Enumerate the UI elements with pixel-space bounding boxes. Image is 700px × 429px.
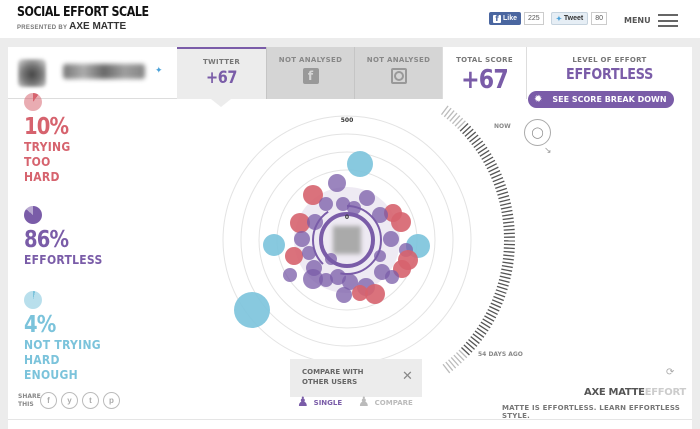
timeline-tick <box>502 257 514 261</box>
tweet-bubble-purple[interactable] <box>307 214 323 230</box>
timeline-tick <box>503 228 515 231</box>
footer-tagline[interactable]: MATTE IS EFFORTLESS. LEARN EFFORTLESS ST… <box>502 404 692 420</box>
tweet-bubble-purple[interactable] <box>336 287 352 303</box>
compass-icon: ◯ <box>531 127 544 139</box>
timeline-navigator[interactable]: ◯ <box>524 119 551 146</box>
timeline-tick <box>501 265 513 269</box>
timeline-tick <box>503 247 515 250</box>
divider <box>8 419 692 420</box>
tweet-bubble-purple[interactable] <box>372 207 388 223</box>
timeline-tick <box>494 292 506 298</box>
timeline-tick <box>503 250 515 253</box>
arrow-icon: ↘ <box>544 145 552 155</box>
facebook-like-count: 225 <box>524 12 544 25</box>
timeline-tick <box>493 180 505 186</box>
brand-logo: AXE MATTE <box>69 21 127 32</box>
share-bar: SHARE THIS f y t p <box>18 392 120 409</box>
share-tumblr-icon[interactable]: t <box>82 392 99 409</box>
timeline-tick <box>498 195 510 200</box>
timeline-end-label: 54 DAYS AGO <box>478 351 523 358</box>
timeline-tick <box>500 202 512 207</box>
menu-button[interactable]: MENU <box>624 14 678 27</box>
results-card: ✦ TWITTER +67 NOT ANALYSED f NOT ANALYSE… <box>8 47 692 429</box>
center-avatar-blurred <box>333 226 361 254</box>
tweet-count: 80 <box>591 12 607 25</box>
timeline-tick <box>499 275 511 280</box>
tweet-bubble-purple[interactable] <box>283 268 297 282</box>
share-facebook-icon[interactable]: f <box>40 392 57 409</box>
timeline-tick <box>503 254 515 257</box>
timeline-tick <box>496 187 508 193</box>
compare-mode-button[interactable]: ♟ COMPARE <box>358 395 413 410</box>
timeline-now-label: NOW <box>494 123 511 130</box>
timeline-tick <box>493 295 504 302</box>
timeline-tick <box>489 170 501 176</box>
timeline-tick <box>495 184 506 189</box>
tweet-bubble-red[interactable] <box>285 247 303 265</box>
tweet-bubble-purple[interactable] <box>383 231 399 247</box>
tweet-bubble-red[interactable] <box>290 213 310 233</box>
timeline-tick <box>496 285 508 291</box>
timeline-tick <box>495 289 507 294</box>
compare-prompt: COMPARE WITH OTHER USERS ✕ <box>290 359 422 397</box>
tweet-bubble-purple[interactable] <box>303 269 323 289</box>
timeline-tick <box>499 198 511 203</box>
timeline-tick <box>491 299 503 305</box>
brand-presented-by: PRESENTED BY AXE MATTE <box>17 21 127 32</box>
timeline-tick <box>503 225 515 228</box>
tweet-bubble-red[interactable] <box>391 212 411 232</box>
timeline-tick <box>503 221 515 224</box>
top-bar: SOCIAL EFFORT SCALE PRESENTED BY AXE MAT… <box>0 0 700 38</box>
timeline-tick <box>501 268 513 272</box>
timeline-tick <box>500 206 512 210</box>
footer-logo[interactable]: AXE MATTEEFFORT <box>584 387 686 398</box>
site-title[interactable]: SOCIAL EFFORT SCALE <box>17 5 149 20</box>
tweet-bubble-blue[interactable] <box>347 151 373 177</box>
user-icon: ♟ <box>297 395 309 410</box>
facebook-icon: f <box>493 14 501 23</box>
tweet-bubble-purple[interactable] <box>328 174 346 192</box>
tweet-bubble-blue[interactable] <box>234 292 270 328</box>
tweet-bubble-purple[interactable] <box>294 231 310 247</box>
timeline-tick <box>489 305 500 312</box>
tweet-bubble-purple[interactable] <box>347 201 361 215</box>
timeline-tick <box>501 209 513 214</box>
center-ring-label: 0 <box>345 214 349 221</box>
timeline-tick <box>497 282 509 287</box>
timeline-tick <box>497 191 509 196</box>
tweet-bubble-purple[interactable] <box>325 253 337 265</box>
tweet-bubble-purple[interactable] <box>319 197 333 211</box>
timeline-tick <box>502 213 514 217</box>
timeline-tick <box>491 173 502 180</box>
share-youtube-icon[interactable]: y <box>61 392 78 409</box>
tweet-button[interactable]: ✦ Tweet <box>551 12 589 25</box>
timeline-tick <box>498 278 510 283</box>
tweet-bubble-purple[interactable] <box>374 250 386 262</box>
twitter-tweet[interactable]: ✦ Tweet 80 <box>551 12 607 25</box>
close-icon[interactable]: ✕ <box>402 369 413 384</box>
hamburger-icon <box>657 14 678 27</box>
outer-ring-label: 500 <box>341 117 354 124</box>
tweet-bubble-blue[interactable] <box>263 234 285 256</box>
refresh-icon[interactable]: ⟳ <box>666 367 674 378</box>
users-icon: ♟ <box>358 395 370 410</box>
tweet-bubble-purple[interactable] <box>302 246 316 260</box>
facebook-like-button[interactable]: f Like <box>489 12 522 25</box>
tweet-bubble-purple[interactable] <box>359 190 375 206</box>
timeline-tick <box>500 272 512 276</box>
tweet-bubble-red[interactable] <box>365 284 385 304</box>
timeline-tick <box>492 177 504 183</box>
facebook-like[interactable]: f Like 225 <box>489 12 544 25</box>
share-pinterest-icon[interactable]: p <box>103 392 120 409</box>
timeline-tick <box>490 302 502 309</box>
twitter-bird-icon: ✦ <box>556 15 562 23</box>
tweet-bubble-purple[interactable] <box>385 270 399 284</box>
timeline-tick <box>502 261 514 265</box>
timeline-tick <box>502 217 514 221</box>
single-mode-button[interactable]: ♟ SINGLE <box>297 395 342 410</box>
